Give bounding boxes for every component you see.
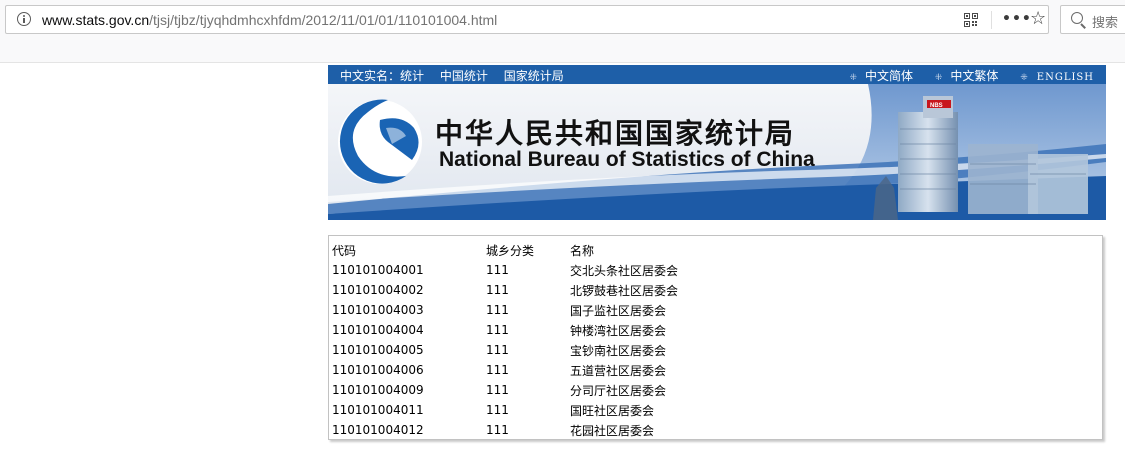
table-row: 110101004001 111 交北头条社区居委会 <box>332 260 770 280</box>
language-links: 中文简体 中文繁体 ENGLISH <box>831 67 1094 84</box>
site-banner: 中华人民共和国国家统计局 National Bureau of Statisti… <box>328 84 1106 220</box>
header-name: 名称 <box>570 243 595 258</box>
table-row: 110101004005 111 宝钞南社区居委会 <box>332 340 770 360</box>
row-category: 111 <box>486 343 509 357</box>
lang-link-simplified[interactable]: 中文简体 <box>849 67 913 84</box>
search-box[interactable]: 搜索 <box>1060 5 1125 34</box>
row-code-link[interactable]: 110101004001 <box>332 260 486 280</box>
more-icon[interactable]: ••• <box>1002 11 1032 27</box>
row-code-link[interactable]: 110101004005 <box>332 340 486 360</box>
row-code-link[interactable]: 110101004009 <box>332 380 486 400</box>
row-name-link[interactable]: 国旺社区居委会 <box>570 400 770 420</box>
url-text[interactable]: www.stats.gov.cn/tjsj/tjbz/tjyqhdmhcxhfd… <box>42 12 497 28</box>
lang-link-traditional[interactable]: 中文繁体 <box>935 67 998 84</box>
row-name-link[interactable]: 交北头条社区居委会 <box>570 260 770 280</box>
nav-link-china-stats[interactable]: 中国统计 <box>440 69 488 83</box>
search-placeholder: 搜索 <box>1092 16 1119 31</box>
row-code-link[interactable]: 110101004012 <box>332 420 486 440</box>
table-row: 110101004011 111 国旺社区居委会 <box>332 400 770 420</box>
banner-title-cn: 中华人民共和国国家统计局 <box>435 117 796 150</box>
row-name-link[interactable]: 钟楼湾社区居委会 <box>570 320 770 340</box>
row-code-link[interactable]: 110101004011 <box>332 400 486 420</box>
nav-link-realname[interactable]: 中文实名：统计 <box>340 69 424 83</box>
browser-toolbar: www.stats.gov.cn/tjsj/tjbz/tjyqhdmhcxhfd… <box>0 0 1125 40</box>
site-nav-bar: 中文实名：统计 中国统计 国家统计局 中文简体 中文繁体 ENGLISH <box>328 65 1106 84</box>
header-category: 城乡分类 <box>486 243 535 258</box>
table-row: 110101004012 111 花园社区居委会 <box>332 420 770 440</box>
table-row: 110101004009 111 分司厅社区居委会 <box>332 380 770 400</box>
row-code-link[interactable]: 110101004002 <box>332 280 486 300</box>
nav-left-links: 中文实名：统计 中国统计 国家统计局 <box>340 67 576 84</box>
building-main <box>898 112 958 212</box>
search-icon <box>1071 12 1083 24</box>
row-name-link[interactable]: 花园社区居委会 <box>570 420 770 440</box>
toolbar-strip <box>0 40 1125 63</box>
table-header-row: 代码 城乡分类 名称 <box>332 240 770 260</box>
banner-title-en: National Bureau of Statistics of China <box>439 148 815 171</box>
table-row: 110101004002 111 北锣鼓巷社区居委会 <box>332 280 770 300</box>
address-bar[interactable]: www.stats.gov.cn/tjsj/tjbz/tjyqhdmhcxhfd… <box>5 5 1049 34</box>
row-category: 111 <box>486 263 509 277</box>
row-category: 111 <box>486 323 509 337</box>
row-category: 111 <box>486 383 509 397</box>
row-code-link[interactable]: 110101004003 <box>332 300 486 320</box>
row-category: 111 <box>486 403 509 417</box>
qr-code-icon[interactable] <box>964 13 978 27</box>
table-row: 110101004003 111 国子监社区居委会 <box>332 300 770 320</box>
toolbar-separator <box>991 11 992 29</box>
header-code: 代码 <box>332 243 357 258</box>
table-row: 110101004006 111 五道营社区居委会 <box>332 360 770 380</box>
row-name-link[interactable]: 分司厅社区居委会 <box>570 380 770 400</box>
info-icon[interactable] <box>17 12 31 26</box>
building-sign: NBS <box>930 103 943 109</box>
row-code-link[interactable]: 110101004006 <box>332 360 486 380</box>
code-table: 代码 城乡分类 名称 110101004001 111 交北头条社区居委会 11… <box>332 240 770 440</box>
row-category: 111 <box>486 303 509 317</box>
nbs-logo <box>338 99 422 184</box>
table-row: 110101004004 111 钟楼湾社区居委会 <box>332 320 770 340</box>
row-name-link[interactable]: 北锣鼓巷社区居委会 <box>570 280 770 300</box>
star-icon[interactable]: ☆ <box>1030 10 1046 28</box>
code-table-panel: 代码 城乡分类 名称 110101004001 111 交北头条社区居委会 11… <box>328 235 1103 440</box>
row-name-link[interactable]: 五道营社区居委会 <box>570 360 770 380</box>
row-category: 111 <box>486 423 509 437</box>
row-name-link[interactable]: 国子监社区居委会 <box>570 300 770 320</box>
row-category: 111 <box>486 363 509 377</box>
row-category: 111 <box>486 283 509 297</box>
row-code-link[interactable]: 110101004004 <box>332 320 486 340</box>
row-name-link[interactable]: 宝钞南社区居委会 <box>570 340 770 360</box>
lang-link-english[interactable]: ENGLISH <box>1020 72 1094 83</box>
nav-link-nbs[interactable]: 国家统计局 <box>504 69 564 83</box>
